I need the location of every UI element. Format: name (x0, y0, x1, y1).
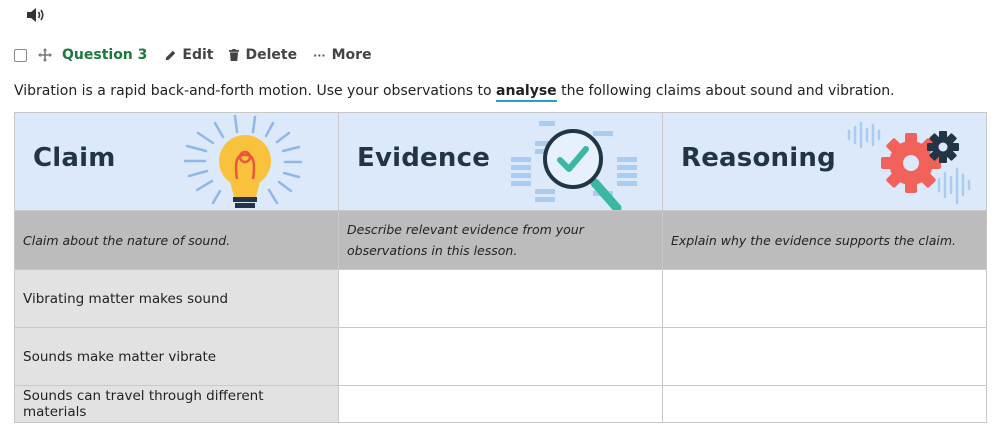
claim-text: Sounds make matter vibrate (23, 348, 217, 365)
cer-table: Claim Evidence Reasoning Claim about the… (14, 112, 987, 423)
reasoning-header: Reasoning (662, 112, 987, 211)
instruction-text-start: Vibration is a rapid back-and-forth moti… (14, 83, 497, 99)
claim-cell: Vibrating matter makes sound (14, 269, 339, 328)
more-dots-icon: ··· (313, 48, 326, 62)
reasoning-input-cell[interactable] (662, 269, 987, 328)
more-label: More (331, 47, 372, 63)
prompt-row: Claim about the nature of sound. Describ… (14, 210, 987, 270)
delete-label: Delete (245, 47, 298, 63)
reasoning-input-cell[interactable] (662, 327, 987, 386)
edit-button[interactable]: Edit (165, 47, 213, 63)
magnifier-check-icon (511, 121, 637, 210)
delete-button[interactable]: Delete (229, 47, 297, 63)
pencil-icon (166, 50, 176, 60)
question-label: Question 3 (62, 47, 148, 63)
trash-icon (229, 49, 240, 61)
evidence-input-cell[interactable] (338, 269, 663, 328)
claim-text: Vibrating matter makes sound (23, 290, 229, 307)
header-row: Claim Evidence Reasoning (14, 112, 987, 211)
question-toolbar: Question 3 Edit Delete ··· More (14, 44, 388, 66)
evidence-input-cell[interactable] (338, 385, 663, 423)
gears-icon (847, 121, 971, 205)
question-instruction: Vibration is a rapid back-and-forth moti… (14, 83, 895, 102)
claim-prompt-cell: Claim about the nature of sound. (14, 210, 339, 270)
move-handle-icon[interactable] (38, 48, 52, 62)
edit-label: Edit (182, 47, 214, 63)
claim-header-title: Claim (33, 143, 116, 173)
evidence-prompt: Describe relevant evidence from your obs… (347, 222, 584, 258)
evidence-prompt-cell: Describe relevant evidence from your obs… (338, 210, 663, 270)
claim-cell: Sounds make matter vibrate (14, 327, 339, 386)
reasoning-header-title: Reasoning (681, 143, 836, 173)
more-button[interactable]: ··· More (313, 47, 372, 63)
reasoning-prompt-cell: Explain why the evidence supports the cl… (662, 210, 987, 270)
question-select-checkbox[interactable] (14, 48, 27, 62)
speaker-icon[interactable] (26, 7, 46, 23)
table-row: Sounds can travel through different mate… (14, 385, 987, 423)
lightbulb-icon (183, 114, 303, 208)
table-row: Vibrating matter makes sound (14, 269, 987, 328)
claim-prompt: Claim about the nature of sound. (23, 232, 231, 248)
evidence-input-cell[interactable] (338, 327, 663, 386)
claim-text: Sounds can travel through different mate… (23, 388, 264, 420)
glossary-term-analyse[interactable]: analyse (496, 83, 557, 102)
reasoning-input-cell[interactable] (662, 385, 987, 423)
reasoning-prompt: Explain why the evidence supports the cl… (671, 232, 956, 248)
evidence-header-title: Evidence (357, 143, 491, 173)
claim-header: Claim (14, 112, 339, 211)
instruction-text-end: the following claims about sound and vib… (556, 83, 895, 99)
claim-cell: Sounds can travel through different mate… (14, 385, 339, 423)
evidence-header: Evidence (338, 112, 663, 211)
table-row: Sounds make matter vibrate (14, 327, 987, 386)
